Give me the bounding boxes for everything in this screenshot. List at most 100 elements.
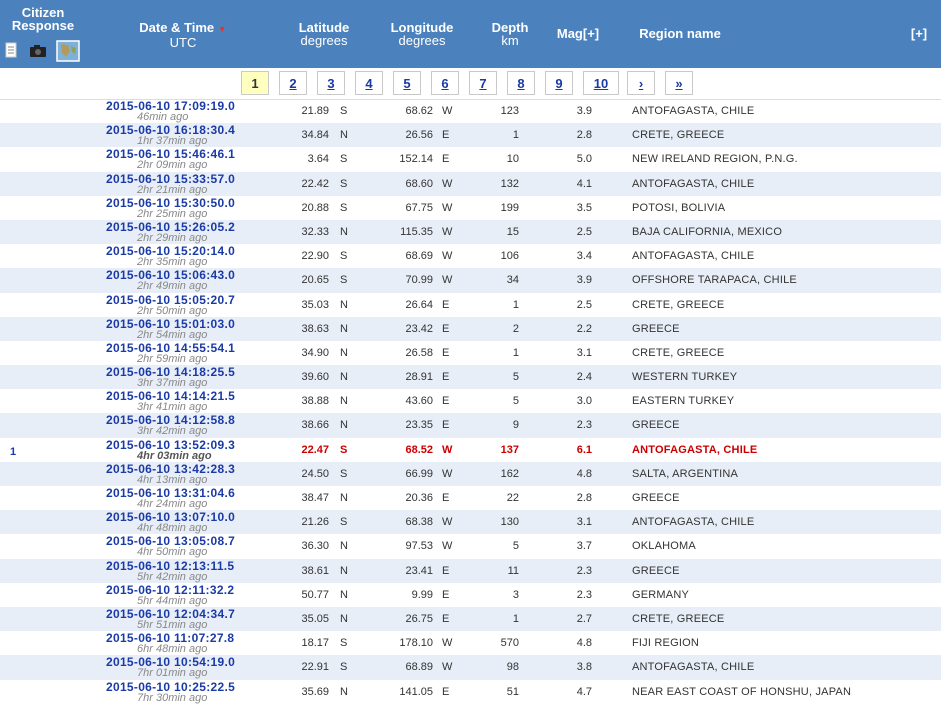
page-5-button[interactable]: 5 [393, 71, 421, 95]
region-name: ANTOFAGASTA, CHILE [632, 443, 758, 456]
depth-header[interactable]: Depth km [485, 21, 535, 47]
longitude-value: 26.56 [405, 129, 433, 142]
longitude-value: 23.35 [405, 419, 433, 432]
table-row[interactable]: 2015-06-10 12:11:32.2 5hr 44min ago 50.77 N… [0, 583, 941, 607]
latitude-value: 22.42 [301, 177, 329, 190]
table-row[interactable]: 2015-06-10 16:18:30.4 1hr 37min ago 34.84 N… [0, 123, 941, 148]
latitude-value: 38.47 [301, 492, 329, 504]
page-2-button[interactable]: 2 [279, 71, 307, 95]
latitude-hemisphere: N [340, 322, 348, 335]
page-9-button[interactable]: 9 [545, 71, 573, 95]
latitude-value: 38.63 [301, 322, 329, 335]
longitude-hemisphere: W [442, 250, 453, 263]
table-row[interactable]: 2015-06-10 14:12:58.8 3hr 42min ago 38.66 N… [0, 413, 941, 438]
region-name: WESTERN TURKEY [632, 371, 738, 384]
magnitude-value: 2.7 [576, 612, 592, 625]
latitude-hemisphere: S [340, 250, 348, 263]
map-icon[interactable] [56, 40, 80, 67]
latitude-hemisphere: N [340, 588, 348, 601]
table-row[interactable]: 2015-06-10 14:14:21.5 3hr 41min ago 38.88 N… [0, 389, 941, 413]
region-name: OKLAHOMA [632, 540, 696, 553]
mag-header[interactable]: Mag[+] [548, 27, 608, 40]
depth-value: 5 [512, 540, 519, 553]
event-time-ago: 2hr 59min ago [137, 352, 208, 365]
next-page-button[interactable]: › [627, 71, 655, 95]
table-row[interactable]: 2015-06-10 17:09:19.0 46min ago 21.89 S 68.6… [0, 99, 941, 123]
latitude-header[interactable]: Latitude degrees [289, 21, 359, 47]
longitude-value: 66.99 [405, 467, 433, 480]
depth-value: 15 [506, 225, 519, 238]
table-row[interactable]: 2015-06-10 13:42:28.3 4hr 13min ago 24.50 S… [0, 461, 941, 486]
table-row[interactable]: 2015-06-10 15:33:57.0 2hr 21min ago 22.42 S… [0, 171, 941, 196]
latitude-value: 20.88 [301, 201, 329, 214]
table-row[interactable]: 2015-06-10 13:07:10.0 4hr 48min ago 21.26 S… [0, 510, 941, 535]
table-row[interactable]: 2015-06-10 15:01:03.0 2hr 54min ago 38.63 N… [0, 316, 941, 341]
document-icon[interactable] [5, 42, 17, 63]
table-row[interactable]: 2015-06-10 15:05:20.7 2hr 50min ago 35.03 N… [0, 293, 941, 317]
magnitude-value: 4.7 [576, 685, 592, 698]
latitude-value: 34.84 [301, 129, 329, 142]
date-time-header[interactable]: Date & Time ▼ UTC [128, 21, 238, 49]
longitude-header[interactable]: Longitude degrees [382, 21, 462, 47]
table-row[interactable]: 2015-06-10 15:06:43.0 2hr 49min ago 20.65 S… [0, 268, 941, 293]
depth-sub: km [501, 33, 519, 48]
magnitude-value: 2.8 [576, 492, 592, 504]
table-row[interactable]: 2015-06-10 15:46:46.1 2hr 09min ago 3.64 S 1… [0, 147, 941, 171]
page-8-button[interactable]: 8 [507, 71, 535, 95]
camera-icon[interactable] [29, 44, 47, 63]
table-row[interactable]: 2015-06-10 15:20:14.0 2hr 35min ago 22.90 S… [0, 244, 941, 268]
event-time-ago: 2hr 21min ago [137, 183, 208, 196]
depth-value: 3 [512, 588, 519, 601]
latitude-hemisphere: N [340, 492, 348, 504]
table-row[interactable]: 1 2015-06-10 13:52:09.3 4hr 03min ago 22.47… [0, 438, 941, 462]
page-7-button[interactable]: 7 [469, 71, 497, 95]
page-1-button[interactable]: 1 [241, 71, 269, 95]
longitude-value: 26.75 [405, 612, 433, 625]
depth-value: 1 [512, 612, 519, 625]
citizen-response-count[interactable]: 1 [10, 446, 16, 458]
longitude-value: 20.36 [405, 492, 433, 504]
page-10-button[interactable]: 10 [583, 71, 619, 95]
magnitude-value: 2.3 [576, 564, 592, 577]
region-name: NEW IRELAND REGION, P.N.G. [632, 153, 798, 166]
magnitude-value: 3.5 [576, 201, 592, 214]
magnitude-value: 3.7 [576, 540, 592, 553]
page-3-button[interactable]: 3 [317, 71, 345, 95]
page-6-button[interactable]: 6 [431, 71, 459, 95]
table-header: Citizen Response Date & Time ▼ UTC Latit… [0, 0, 941, 68]
event-time-ago: 5hr 44min ago [137, 594, 208, 607]
table-row[interactable]: 2015-06-10 14:55:54.1 2hr 59min ago 34.90 N… [0, 341, 941, 365]
longitude-hemisphere: W [442, 540, 453, 553]
table-row[interactable]: 2015-06-10 11:07:27.8 6hr 48min ago 18.17 S… [0, 631, 941, 655]
longitude-value: 178.10 [399, 637, 433, 650]
table-row[interactable]: 2015-06-10 15:26:05.2 2hr 29min ago 32.33 N… [0, 219, 941, 245]
longitude-hemisphere: W [442, 274, 453, 287]
last-page-button[interactable]: » [665, 71, 693, 95]
table-row[interactable]: 2015-06-10 12:04:34.7 5hr 51min ago 35.05 N… [0, 606, 941, 632]
event-time-ago: 6hr 48min ago [137, 643, 208, 656]
latitude-value: 50.77 [301, 588, 329, 601]
longitude-hemisphere: W [442, 443, 453, 456]
longitude-hemisphere: W [442, 516, 453, 529]
magnitude-value: 2.5 [576, 298, 592, 311]
expand-columns-button[interactable]: [+] [902, 27, 936, 40]
table-row[interactable]: 2015-06-10 14:18:25.5 3hr 37min ago 39.60 N… [0, 365, 941, 390]
latitude-value: 3.64 [307, 153, 329, 166]
earthquake-list: 2015-06-10 17:09:19.0 46min ago 21.89 S 68.6… [0, 99, 941, 704]
region-header[interactable]: Region name [630, 27, 730, 40]
longitude-value: 43.60 [405, 395, 433, 408]
table-row[interactable]: 2015-06-10 13:31:04.6 4hr 24min ago 38.47 N… [0, 486, 941, 510]
magnitude-value: 2.4 [576, 371, 592, 384]
latitude-hemisphere: S [340, 201, 348, 214]
longitude-value: 23.42 [405, 322, 433, 335]
magnitude-value: 4.1 [576, 177, 592, 190]
depth-value: 130 [500, 516, 519, 529]
table-row[interactable]: 2015-06-10 10:25:22.5 7hr 30min ago 35.69 N… [0, 680, 941, 704]
table-row[interactable]: 2015-06-10 12:13:11.5 5hr 42min ago 38.61 N… [0, 558, 941, 583]
table-row[interactable]: 2015-06-10 15:30:50.0 2hr 25min ago 20.88 S… [0, 196, 941, 220]
magnitude-value: 3.8 [576, 661, 592, 674]
table-row[interactable]: 2015-06-10 10:54:19.0 7hr 01min ago 22.91 S… [0, 655, 941, 680]
event-time-ago: 3hr 41min ago [137, 401, 208, 414]
page-4-button[interactable]: 4 [355, 71, 383, 95]
table-row[interactable]: 2015-06-10 13:05:08.7 4hr 50min ago 36.30 N… [0, 534, 941, 558]
